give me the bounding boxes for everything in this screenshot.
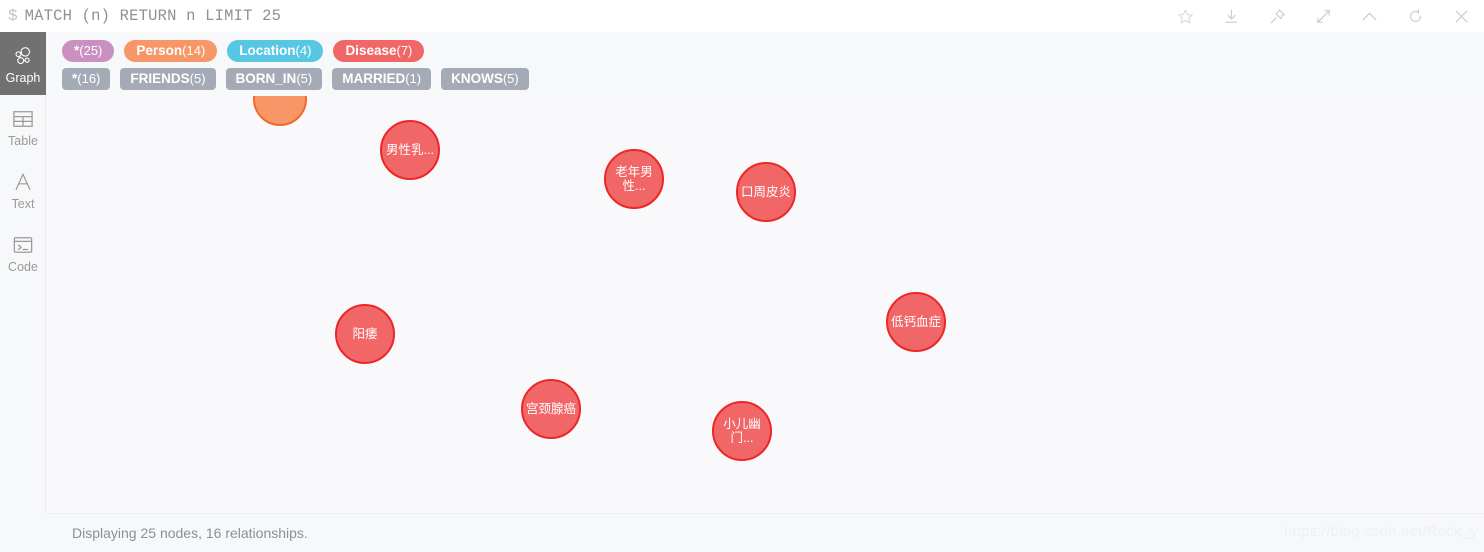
- pill-name: BORN_IN: [235, 71, 297, 86]
- legend-rel-pill-all[interactable]: * (16): [62, 68, 111, 90]
- pill-count: (5): [296, 71, 313, 86]
- neo4j-browser-result-frame: $ MATCH (n) RETURN n LIMIT 25 男性乳... 老年男…: [0, 0, 1484, 552]
- status-bar: Displaying 25 nodes, 16 relationships.: [46, 513, 1484, 552]
- expand-icon[interactable]: [1300, 0, 1346, 32]
- graph-node[interactable]: 老年男性...: [604, 149, 664, 209]
- pill-name: Location: [239, 43, 296, 58]
- watermark: https://blog.csdn.net/Rock_y: [1283, 523, 1478, 540]
- query-actions-toolbar: [1162, 0, 1484, 32]
- graph-node-label: 宫颈腺癌: [525, 402, 576, 416]
- legend-node-labels: * (25) Person (14) Location (4) Disease (7): [62, 40, 1484, 62]
- graph-node-label: 口周皮炎: [740, 185, 791, 199]
- chevron-up-icon[interactable]: [1346, 0, 1392, 32]
- graph-node[interactable]: 阳痿: [335, 304, 395, 364]
- legend-label-pill-disease[interactable]: Disease (7): [333, 40, 425, 62]
- graph-icon: [12, 43, 34, 69]
- pill-name: KNOWS: [451, 71, 503, 86]
- pill-count: (16): [77, 71, 101, 86]
- favorite-icon[interactable]: [1162, 0, 1208, 32]
- text-icon: [12, 169, 34, 195]
- pill-name: Disease: [345, 43, 397, 58]
- sidebar-item-graph-label: Graph: [5, 70, 41, 85]
- graph-node[interactable]: 小儿幽门...: [712, 401, 772, 461]
- legend-rel-pill-knows[interactable]: KNOWS (5): [441, 68, 529, 90]
- pill-count: (14): [182, 43, 206, 58]
- query-prompt-symbol: $: [8, 7, 18, 25]
- graph-node-label: 男性乳...: [386, 143, 434, 157]
- download-icon[interactable]: [1208, 0, 1254, 32]
- graph-node[interactable]: 口周皮炎: [736, 162, 796, 222]
- graph-node-label: 老年男性...: [615, 165, 653, 193]
- pill-count: (5): [502, 71, 519, 86]
- pill-count: (5): [189, 71, 206, 86]
- status-text: Displaying 25 nodes, 16 relationships.: [72, 525, 308, 541]
- status-bar-corner: [0, 513, 46, 552]
- graph-node-label: 阳痿: [352, 327, 378, 341]
- query-text[interactable]: MATCH (n) RETURN n LIMIT 25: [25, 0, 282, 32]
- graph-canvas[interactable]: 男性乳... 老年男性... 口周皮炎低钙血症阳痿宫颈腺癌小儿幽门...: [47, 32, 1484, 513]
- graph-node-label: 小儿幽门...: [723, 417, 761, 445]
- pill-count: (4): [295, 43, 312, 58]
- table-icon: [12, 106, 34, 132]
- sidebar-item-code[interactable]: Code: [0, 221, 46, 284]
- sidebar-item-table[interactable]: Table: [0, 95, 46, 158]
- legend-rel-pill-friends[interactable]: FRIENDS (5): [120, 68, 216, 90]
- close-icon[interactable]: [1438, 0, 1484, 32]
- graph-node[interactable]: 宫颈腺癌: [521, 379, 581, 439]
- sidebar-item-code-label: Code: [8, 259, 38, 274]
- code-icon: [12, 232, 34, 258]
- result-view-sidebar: Graph Table Text Code: [0, 32, 46, 513]
- pill-name: Person: [136, 43, 183, 58]
- legend-rel-pill-born_in[interactable]: BORN_IN (5): [225, 68, 323, 90]
- graph-node[interactable]: 男性乳...: [380, 120, 440, 180]
- pill-count: (7): [396, 43, 413, 58]
- refresh-icon[interactable]: [1392, 0, 1438, 32]
- sidebar-item-graph[interactable]: Graph: [0, 32, 46, 95]
- sidebar-item-text-label: Text: [11, 196, 35, 211]
- graph-node[interactable]: 低钙血症: [886, 292, 946, 352]
- pin-icon[interactable]: [1254, 0, 1300, 32]
- legend-label-pill-location[interactable]: Location (4): [227, 40, 324, 62]
- graph-node-label: 低钙血症: [890, 315, 941, 329]
- sidebar-item-text[interactable]: Text: [0, 158, 46, 221]
- pill-count: (1): [405, 71, 422, 86]
- legend-label-pill-person[interactable]: Person (14): [124, 40, 218, 62]
- sidebar-item-table-label: Table: [8, 133, 38, 148]
- legend-relationship-types: * (16) FRIENDS (5) BORN_IN (5) MARRIED (1) KNOWS…: [62, 68, 1484, 90]
- legend-rel-pill-married[interactable]: MARRIED (1): [332, 68, 432, 90]
- pill-name: MARRIED: [342, 71, 406, 86]
- pill-count: (25): [79, 43, 103, 58]
- pill-name: FRIENDS: [130, 71, 190, 86]
- query-bar: $ MATCH (n) RETURN n LIMIT 25: [0, 0, 1484, 32]
- legend-label-pill-all[interactable]: * (25): [62, 40, 115, 62]
- graph-legend: * (25) Person (14) Location (4) Disease (7) * (1…: [46, 32, 1484, 96]
